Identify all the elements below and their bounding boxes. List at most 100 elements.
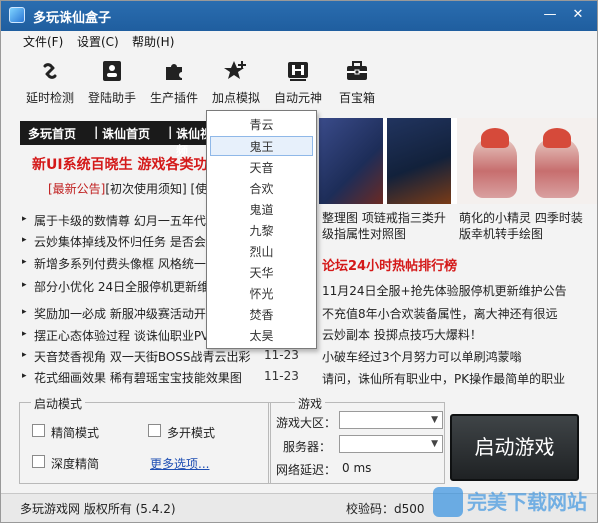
toolbar: 延时检测 登陆助手 生产插件 加点模拟 自动元神 百宝箱 <box>1 53 597 113</box>
tab-duowan-home[interactable]: 多玩首页 <box>28 125 76 142</box>
news-row[interactable]: ▸ 花式细画效果 稀有碧瑶宝宝技能效果图 11-23 <box>20 369 310 387</box>
server-select[interactable]: ▼ <box>339 435 443 453</box>
forum-post[interactable]: 11月24日全服+抢先体验服停机更新维护公告 <box>322 282 567 299</box>
class-dropdown-menu: 青云 鬼王 天音 合欢 鬼道 九黎 烈山 天华 怀光 焚香 太昊 <box>206 110 317 349</box>
dropdown-item[interactable]: 烈山 <box>207 242 316 262</box>
multi-open-checkbox[interactable] <box>148 424 161 437</box>
news-title: 花式细画效果 稀有碧瑶宝宝技能效果图 <box>34 371 242 385</box>
forum-hot-title: 论坛24小时热帖排行榜 <box>322 259 458 274</box>
chibi-figure <box>535 128 579 198</box>
deep-lite-checkbox[interactable] <box>32 455 45 468</box>
bullet-icon: ▸ <box>22 307 27 317</box>
menu-file[interactable]: 文件(F) <box>23 33 63 50</box>
dropdown-item[interactable]: 九黎 <box>207 221 316 241</box>
news-row[interactable]: ▸ 属于卡级的数情尊 幻月一五年代 <box>20 212 210 230</box>
news-row[interactable]: ▸ 天音焚香视角 双一天街BOSS战青云出彩 11-23 <box>20 348 310 366</box>
bullet-icon: ▸ <box>22 257 27 267</box>
news-row[interactable]: ▸ 摆正心态体验过程 谈诛仙职业PV <box>20 327 210 345</box>
toolbox-icon <box>347 61 367 80</box>
news-row[interactable]: ▸ 云妙集体掉线及怀归任务 是否会 <box>20 233 210 251</box>
tool-latency-check[interactable]: 延时检测 <box>25 57 75 111</box>
latency-value: 0 ms <box>342 461 372 475</box>
news-title: 属于卡级的数情尊 幻月一五年代 <box>34 214 206 228</box>
puzzle-icon <box>166 64 182 80</box>
screenshot-caption[interactable]: 版幸机转手绘图 <box>459 225 543 242</box>
bullet-icon: ▸ <box>22 350 27 360</box>
dropdown-item-selected[interactable]: 鬼王 <box>210 136 313 156</box>
chevron-down-icon: ▼ <box>431 439 438 449</box>
chevron-down-icon: ▼ <box>431 415 438 425</box>
bullet-icon: ▸ <box>22 329 27 339</box>
menu-settings[interactable]: 设置(C) <box>77 33 119 50</box>
tool-production-plugin[interactable]: 生产插件 <box>149 57 199 111</box>
screenshot-caption[interactable]: 级指属性对照图 <box>322 225 406 242</box>
latency-label: 网络延迟： <box>276 463 337 477</box>
menu-help[interactable]: 帮助(H) <box>132 33 174 50</box>
tool-label: 自动元神 <box>273 91 322 105</box>
dropdown-item[interactable]: 合欢 <box>207 179 316 199</box>
launch-game-button[interactable]: 启动游戏 <box>450 414 579 481</box>
latest-notice-link[interactable]: [最新公告] <box>48 182 105 196</box>
forum-post[interactable]: 不充值8年小合欢装备属性，离大神还有很远 <box>322 305 558 322</box>
news-tab-bar: 多玩首页 | 诛仙首页 | 诛仙视频 <box>20 121 212 158</box>
multi-open-label: 多开模式 <box>167 426 216 440</box>
news-date: 11-23 <box>264 348 299 362</box>
tool-toolbox[interactable]: 百宝箱 <box>337 57 377 111</box>
game-screenshot[interactable] <box>387 118 451 204</box>
checksum-text: 校验码：d500 <box>346 502 425 516</box>
tab-separator: | <box>168 125 173 139</box>
news-title: 云妙集体掉线及怀归任务 是否会 <box>34 235 206 249</box>
game-group-title: 游戏 <box>295 395 326 412</box>
news-title: 奖励加一必成 新服冲级赛活动开 <box>34 307 206 321</box>
bullet-icon: ▸ <box>22 214 27 224</box>
dropdown-item[interactable]: 天音 <box>207 158 316 178</box>
dropdown-item[interactable]: 天华 <box>207 263 316 283</box>
tool-label: 延时检测 <box>25 91 74 105</box>
chibi-figure <box>473 128 517 198</box>
watermark-logo: 完美下载网站 <box>433 487 587 517</box>
dropdown-item[interactable]: 焚香 <box>207 305 316 325</box>
dropdown-item[interactable]: 太昊 <box>207 326 316 346</box>
forum-post[interactable]: 云妙副本 投掷点技巧大爆料！ <box>322 326 482 343</box>
news-subnav: [最新公告][初次使用须知] [使 <box>48 180 207 197</box>
watermark-text: 完美下载网站 <box>467 490 587 514</box>
tool-label: 加点模拟 <box>211 91 260 105</box>
first-use-link[interactable]: [初次使用须知] [使 <box>105 182 207 196</box>
window-title: 多玩诛仙盒子 <box>33 11 112 26</box>
tool-stat-simulator[interactable]: 加点模拟 <box>211 57 261 111</box>
close-button[interactable]: ✕ <box>567 6 589 24</box>
dropdown-item[interactable]: 青云 <box>207 115 316 135</box>
tool-label: 登陆助手 <box>87 91 136 105</box>
news-row[interactable]: ▸ 奖励加一必成 新服冲级赛活动开 <box>20 305 210 323</box>
robot-h-icon <box>288 62 308 81</box>
region-label: 游戏大区： <box>276 416 337 430</box>
app-logo-icon <box>9 7 25 23</box>
chibi-artwork-image[interactable] <box>457 118 597 204</box>
news-row[interactable]: ▸ 部分小优化 24日全服停机更新维 <box>20 278 210 296</box>
dropdown-item[interactable]: 鬼道 <box>207 200 316 220</box>
news-date: 11-23 <box>264 369 299 383</box>
tool-auto-spirit[interactable]: 自动元神 <box>273 57 323 111</box>
app-window: 多玩诛仙盒子 — ✕ 文件(F) 设置(C) 帮助(H) 延时检测 登陆助手 生… <box>0 0 598 523</box>
title-bar: 多玩诛仙盒子 — ✕ <box>1 1 597 31</box>
game-screenshot[interactable] <box>319 118 383 204</box>
tool-login-helper[interactable]: 登陆助手 <box>87 57 137 111</box>
tool-label: 百宝箱 <box>338 91 375 105</box>
news-headline[interactable]: 新UI系统百晓生 游戏各类功 <box>32 154 207 174</box>
lite-mode-checkbox[interactable] <box>32 424 45 437</box>
dropdown-item[interactable]: 怀光 <box>207 284 316 304</box>
region-select[interactable]: ▼ <box>339 411 443 429</box>
minimize-button[interactable]: — <box>539 6 561 24</box>
copyright-text: 多玩游戏网 版权所有 (5.4.2) <box>20 502 176 516</box>
tab-zhuxian-home[interactable]: 诛仙首页 <box>102 125 150 142</box>
menu-bar: 文件(F) 设置(C) 帮助(H) <box>1 31 597 51</box>
news-row[interactable]: ▸ 新增多系列付费头像框 风格统一 <box>20 255 210 273</box>
screenshot-caption[interactable]: 萌化的小精灵 四季时装 <box>459 209 583 226</box>
server-label: 服务器： <box>283 440 332 454</box>
screenshot-caption[interactable]: 整理图 项链戒指三类升 <box>322 209 446 226</box>
star-plus-icon <box>224 61 246 79</box>
forum-post[interactable]: 小破车经过3个月努力可以单刷鸿蒙嗡 <box>322 348 522 365</box>
more-options-link[interactable]: 更多选项... <box>150 455 209 472</box>
forum-post[interactable]: 请问，诛仙所有职业中，PK操作最简单的职业 <box>322 370 565 387</box>
bullet-icon: ▸ <box>22 235 27 245</box>
